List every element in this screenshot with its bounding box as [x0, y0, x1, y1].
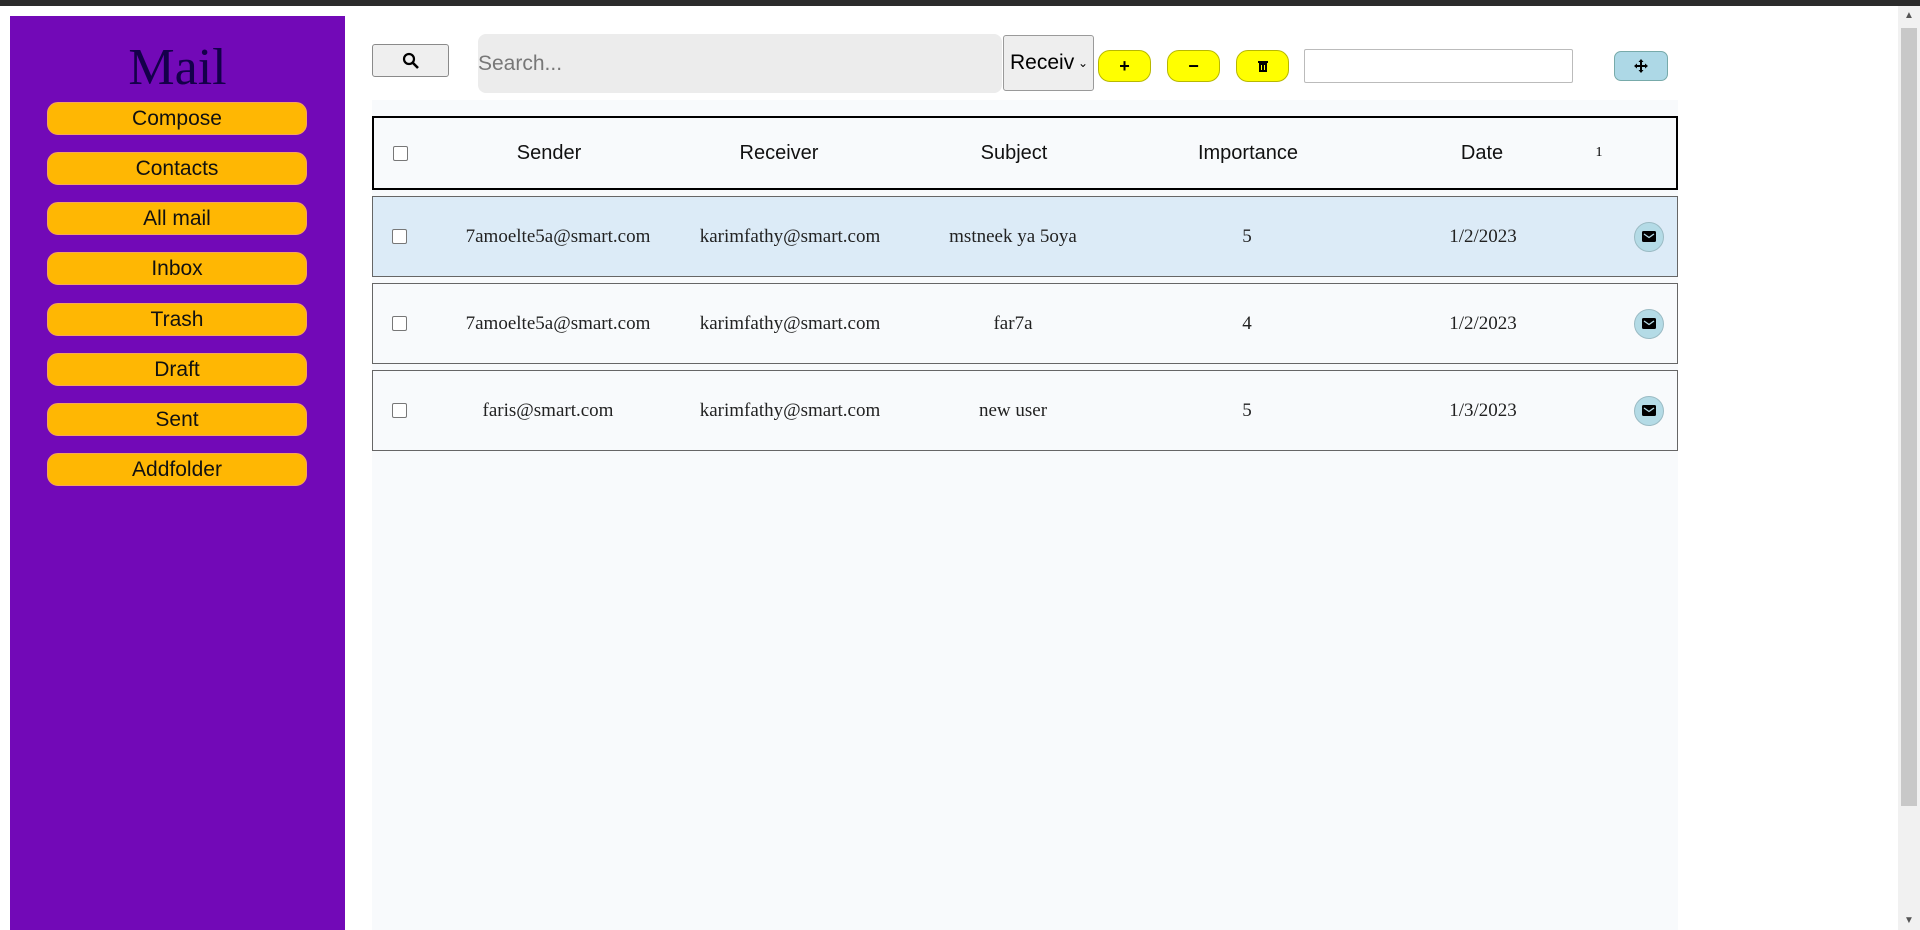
row-sender: 7amoelte5a@smart.com [465, 312, 651, 334]
row-checkbox[interactable] [389, 284, 409, 363]
scroll-up-arrow-icon[interactable]: ▲ [1898, 10, 1920, 21]
trash-icon [1257, 61, 1268, 72]
nav-addfolder-button[interactable]: Addfolder [47, 453, 307, 486]
chevron-down-icon: ⌄ [1077, 56, 1088, 70]
open-mail-button[interactable] [1633, 197, 1665, 276]
open-mail-button[interactable] [1633, 284, 1665, 363]
nav-inbox-button[interactable]: Inbox [47, 252, 307, 285]
row-sender: faris@smart.com [482, 399, 614, 421]
row-importance: 5 [1242, 225, 1252, 247]
scrollbar-thumb[interactable] [1901, 28, 1917, 806]
nav-draft-button[interactable]: Draft [47, 353, 307, 386]
search-button[interactable] [372, 44, 449, 77]
nav-sent-button[interactable]: Sent [47, 403, 307, 436]
envelope-icon [1642, 318, 1656, 329]
table-row[interactable]: faris@smart.com karimfathy@smart.com new… [372, 370, 1678, 451]
search-input[interactable] [478, 34, 1002, 93]
vertical-scrollbar[interactable]: ▲ ▼ [1898, 6, 1920, 930]
nav-all-mail-button[interactable]: All mail [47, 202, 307, 235]
page-number: 1 [1595, 145, 1603, 160]
nav-compose-button[interactable]: Compose [47, 102, 307, 135]
envelope-icon [1642, 405, 1656, 416]
folder-name-input[interactable] [1304, 49, 1573, 83]
nav-trash-button[interactable]: Trash [47, 303, 307, 336]
header-sender[interactable]: Sender [424, 118, 674, 188]
sort-select[interactable]: Receiv ⌄ [1003, 35, 1094, 91]
row-sender: 7amoelte5a@smart.com [465, 225, 651, 247]
select-all-checkbox[interactable] [390, 118, 410, 188]
row-checkbox[interactable] [389, 197, 409, 276]
row-subject: mstneek ya 5oya [949, 225, 1077, 247]
header-importance[interactable]: Importance [1123, 118, 1373, 188]
app-title: Mail [128, 39, 227, 96]
envelope-icon [1642, 231, 1656, 242]
open-mail-button[interactable] [1633, 371, 1665, 450]
row-date: 1/2/2023 [1449, 312, 1517, 334]
add-button[interactable]: + [1098, 50, 1151, 82]
delete-button[interactable] [1236, 50, 1289, 82]
table-row[interactable]: 7amoelte5a@smart.com karimfathy@smart.co… [372, 196, 1678, 277]
header-subject[interactable]: Subject [889, 118, 1139, 188]
row-checkbox[interactable] [389, 371, 409, 450]
nav-contacts-button[interactable]: Contacts [47, 152, 307, 185]
row-subject: far7a [993, 312, 1033, 334]
header-date[interactable]: Date [1357, 118, 1607, 188]
row-date: 1/3/2023 [1449, 399, 1517, 421]
row-date: 1/2/2023 [1449, 225, 1517, 247]
sidebar: Mail Compose Contacts All mail Inbox Tra… [10, 16, 345, 930]
row-importance: 4 [1242, 312, 1252, 334]
row-receiver: karimfathy@smart.com [699, 312, 881, 334]
remove-button[interactable]: − [1167, 50, 1220, 82]
row-receiver: karimfathy@smart.com [699, 399, 881, 421]
move-button[interactable] [1614, 51, 1668, 81]
row-receiver: karimfathy@smart.com [699, 225, 881, 247]
row-importance: 5 [1242, 399, 1252, 421]
header-receiver[interactable]: Receiver [654, 118, 904, 188]
plus-icon: + [1119, 55, 1130, 76]
table-header: Sender Receiver Subject Importance Date … [372, 116, 1678, 190]
row-subject: new user [978, 399, 1048, 421]
search-icon [402, 52, 419, 69]
minus-icon: − [1188, 55, 1199, 76]
table-row[interactable]: 7amoelte5a@smart.com karimfathy@smart.co… [372, 283, 1678, 364]
move-icon [1634, 59, 1648, 73]
browser-top-bar [0, 0, 1920, 6]
scroll-down-arrow-icon[interactable]: ▼ [1898, 915, 1920, 926]
sort-select-value: Receiv [1010, 51, 1075, 74]
